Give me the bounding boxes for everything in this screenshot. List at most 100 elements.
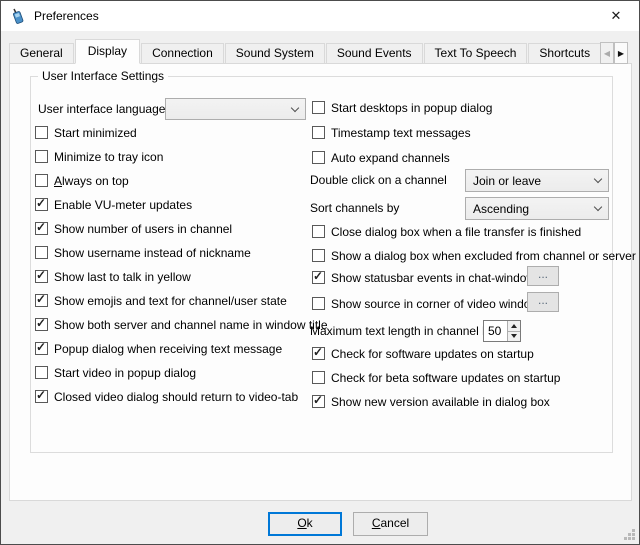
app-icon bbox=[10, 8, 26, 24]
tab-scroll-left-icon[interactable]: ◀ bbox=[600, 42, 614, 64]
checkbox-always-on-top[interactable]: Always on top bbox=[35, 172, 129, 189]
checkbox-minimize-to-tray[interactable]: Minimize to tray icon bbox=[35, 148, 163, 165]
max-text-length-value[interactable]: 50 bbox=[484, 321, 507, 341]
checkbox-timestamp-messages[interactable]: Timestamp text messages bbox=[312, 124, 471, 141]
double-click-label: Double click on a channel bbox=[310, 172, 447, 188]
max-text-length-stepper[interactable]: 50 bbox=[483, 320, 521, 342]
checkbox-desktops-popup[interactable]: Start desktops in popup dialog bbox=[312, 99, 492, 116]
checkbox-last-to-talk-yellow[interactable]: Show last to talk in yellow bbox=[35, 268, 191, 285]
tab-connection[interactable]: Connection bbox=[141, 43, 224, 64]
checkbox-start-video-popup[interactable]: Start video in popup dialog bbox=[35, 364, 196, 381]
checkbox-video-source-corner[interactable]: Show source in corner of video window bbox=[312, 295, 539, 312]
display-tab-page: User Interface Settings User interface l… bbox=[9, 63, 632, 501]
checkbox-box[interactable] bbox=[35, 342, 48, 355]
tab-scroll-right-icon[interactable]: ▶ bbox=[614, 42, 628, 64]
checkbox-check-updates[interactable]: Check for software updates on startup bbox=[312, 345, 534, 362]
checkbox-vu-meter-updates[interactable]: Enable VU-meter updates bbox=[35, 196, 192, 213]
chevron-down-icon bbox=[594, 203, 602, 211]
checkbox-new-version-dialog[interactable]: Show new version available in dialog box bbox=[312, 393, 550, 410]
sort-channels-label: Sort channels by bbox=[310, 200, 399, 216]
tab-general[interactable]: General bbox=[9, 43, 74, 64]
checkbox-box[interactable] bbox=[35, 366, 48, 379]
checkbox-label: Timestamp text messages bbox=[331, 126, 471, 140]
max-text-length-label: Maximum text length in channel list bbox=[310, 323, 497, 339]
checkbox-label: Always on top bbox=[54, 174, 129, 188]
checkbox-start-minimized[interactable]: Start minimized bbox=[35, 124, 137, 141]
checkbox-label: Enable VU-meter updates bbox=[54, 198, 192, 212]
tab-sound-system[interactable]: Sound System bbox=[225, 43, 325, 64]
checkbox-label: Closed video dialog should return to vid… bbox=[54, 390, 298, 404]
checkbox-check-beta-updates[interactable]: Check for beta software updates on start… bbox=[312, 369, 560, 386]
checkbox-label: Show number of users in channel bbox=[54, 222, 232, 236]
checkbox-box[interactable] bbox=[312, 395, 325, 408]
checkbox-closed-video-return[interactable]: Closed video dialog should return to vid… bbox=[35, 388, 298, 405]
checkbox-box[interactable] bbox=[312, 126, 325, 139]
tab-scroll-buttons: ◀ ▶ bbox=[600, 42, 628, 64]
checkbox-label: Auto expand channels bbox=[331, 151, 450, 165]
tab-text-to-speech[interactable]: Text To Speech bbox=[424, 43, 528, 64]
checkbox-server-channel-in-title[interactable]: Show both server and channel name in win… bbox=[35, 316, 328, 333]
title-bar[interactable]: Preferences ✕ bbox=[1, 1, 639, 31]
tab-sound-events[interactable]: Sound Events bbox=[326, 43, 423, 64]
language-select[interactable] bbox=[165, 98, 306, 120]
chevron-down-icon bbox=[291, 103, 299, 111]
checkbox-label: Show last to talk in yellow bbox=[54, 270, 191, 284]
preferences-dialog: Preferences ✕ General Display Connection… bbox=[0, 0, 640, 545]
checkbox-auto-expand-channels[interactable]: Auto expand channels bbox=[312, 149, 450, 166]
checkbox-box[interactable] bbox=[35, 246, 48, 259]
checkbox-label: Start video in popup dialog bbox=[54, 366, 196, 380]
checkbox-box[interactable] bbox=[312, 347, 325, 360]
spinner-buttons bbox=[507, 321, 520, 341]
checkbox-show-emojis[interactable]: Show emojis and text for channel/user st… bbox=[35, 292, 287, 309]
resize-grip-icon[interactable] bbox=[625, 530, 635, 540]
checkbox-box[interactable] bbox=[35, 222, 48, 235]
ok-button[interactable]: Ok bbox=[268, 512, 342, 536]
checkbox-box[interactable] bbox=[35, 294, 48, 307]
checkbox-label: Check for software updates on startup bbox=[331, 347, 534, 361]
checkbox-label: Popup dialog when receiving text message bbox=[54, 342, 282, 356]
checkbox-label: Close dialog box when a file transfer is… bbox=[331, 225, 581, 239]
checkbox-show-user-count[interactable]: Show number of users in channel bbox=[35, 220, 232, 237]
checkbox-label: Show new version available in dialog box bbox=[331, 395, 550, 409]
spin-up-icon[interactable] bbox=[508, 321, 520, 332]
tab-strip: General Display Connection Sound System … bbox=[9, 39, 600, 64]
checkbox-box[interactable] bbox=[312, 371, 325, 384]
language-label: User interface language bbox=[38, 101, 165, 117]
checkbox-statusbar-events[interactable]: Show statusbar events in chat-window bbox=[312, 269, 535, 286]
spin-down-icon[interactable] bbox=[508, 332, 520, 342]
sort-channels-select[interactable]: Ascending bbox=[465, 197, 609, 220]
checkbox-box[interactable] bbox=[312, 249, 325, 262]
window-title: Preferences bbox=[34, 9, 99, 23]
checkbox-label: Show username instead of nickname bbox=[54, 246, 251, 260]
checkbox-box[interactable] bbox=[35, 126, 48, 139]
cancel-button[interactable]: Cancel bbox=[353, 512, 428, 536]
checkbox-label: Show statusbar events in chat-window bbox=[331, 271, 535, 285]
chevron-down-icon bbox=[594, 175, 602, 183]
checkbox-box[interactable] bbox=[312, 151, 325, 164]
checkbox-box[interactable] bbox=[312, 101, 325, 114]
tab-shortcuts[interactable]: Shortcuts bbox=[528, 43, 600, 64]
double-click-select[interactable]: Join or leave bbox=[465, 169, 609, 192]
checkbox-label: Start minimized bbox=[54, 126, 137, 140]
checkbox-label: Show source in corner of video window bbox=[331, 297, 539, 311]
checkbox-username-instead-nickname[interactable]: Show username instead of nickname bbox=[35, 244, 251, 261]
checkbox-box[interactable] bbox=[35, 198, 48, 211]
checkbox-box[interactable] bbox=[312, 271, 325, 284]
video-source-browse-button[interactable]: ... bbox=[527, 292, 559, 312]
checkbox-label: Show emojis and text for channel/user st… bbox=[54, 294, 287, 308]
tab-display[interactable]: Display bbox=[75, 39, 140, 64]
checkbox-box[interactable] bbox=[35, 390, 48, 403]
statusbar-events-browse-button[interactable]: ... bbox=[527, 266, 559, 286]
checkbox-box[interactable] bbox=[35, 174, 48, 187]
checkbox-box[interactable] bbox=[312, 297, 325, 310]
close-icon[interactable]: ✕ bbox=[593, 1, 639, 30]
checkbox-label: Check for beta software updates on start… bbox=[331, 371, 560, 385]
checkbox-close-on-transfer-finished[interactable]: Close dialog box when a file transfer is… bbox=[312, 223, 581, 240]
checkbox-box[interactable] bbox=[312, 225, 325, 238]
checkbox-dialog-when-excluded[interactable]: Show a dialog box when excluded from cha… bbox=[312, 247, 636, 264]
checkbox-popup-on-text-message[interactable]: Popup dialog when receiving text message bbox=[35, 340, 282, 357]
checkbox-label: Show a dialog box when excluded from cha… bbox=[331, 249, 636, 263]
checkbox-box[interactable] bbox=[35, 318, 48, 331]
checkbox-box[interactable] bbox=[35, 150, 48, 163]
checkbox-box[interactable] bbox=[35, 270, 48, 283]
